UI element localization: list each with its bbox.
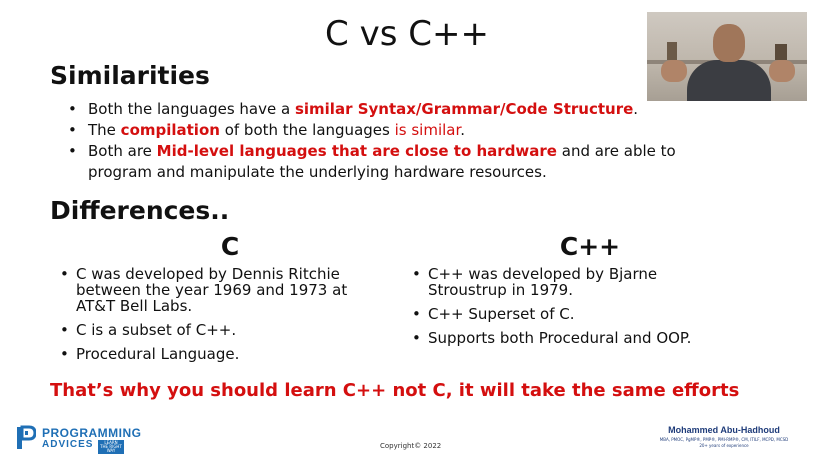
- presenter-right-hand: [769, 60, 795, 82]
- author-experience: 20+ years of experience: [699, 443, 749, 448]
- logo-mark-icon: [17, 425, 36, 449]
- similarity-item: Both the languages have a similar Syntax…: [60, 99, 700, 120]
- slide: C vs C++ Similarities Both the languages…: [0, 0, 814, 457]
- similarity-red-text: is similar: [394, 121, 461, 139]
- differences-heading: Differences..: [50, 196, 230, 225]
- cpp-difference-item: C++ was developed by Bjarne Stroustrup i…: [412, 266, 722, 298]
- presenter-left-hand: [661, 60, 687, 82]
- similarity-text: .: [633, 100, 639, 118]
- author-signature: Mohammed Abu-Hadhoud MBA, PMOC, PgMP®, P…: [640, 425, 808, 448]
- copyright-text: Copyright© 2022: [380, 442, 442, 450]
- logo-line1: PROGRAMMING: [42, 426, 142, 440]
- cpp-differences-list: C++ was developed by Bjarne Stroustrup i…: [412, 266, 722, 354]
- similarity-item: The compilation of both the languages is…: [60, 120, 700, 141]
- c-column-title: C: [220, 232, 240, 261]
- cpp-difference-item: C++ Superset of C.: [412, 306, 722, 322]
- similarity-text: .: [460, 121, 466, 139]
- c-difference-item: C is a subset of C++.: [60, 322, 370, 338]
- conclusion-text: That’s why you should learn C++ not C, i…: [50, 380, 740, 401]
- c-differences-list: C was developed by Dennis Ritchie betwee…: [60, 266, 370, 370]
- similarity-text: Both are: [88, 142, 157, 160]
- cpp-column-title: C++: [559, 232, 621, 261]
- presenter-body: [687, 60, 771, 101]
- similarity-highlight: compilation: [120, 121, 220, 139]
- similarity-text: Both the languages have a: [88, 100, 295, 118]
- webcam-decor-right: [775, 44, 787, 60]
- similarity-highlight: similar Syntax/Grammar/Code Structure: [294, 100, 634, 118]
- webcam-decor-left: [667, 42, 677, 60]
- author-name: Mohammed Abu-Hadhoud: [668, 425, 780, 435]
- similarity-item: Both are Mid-level languages that are cl…: [60, 141, 700, 183]
- presenter-head: [713, 24, 745, 62]
- presenter-webcam: [647, 12, 807, 101]
- logo-line2: ADVICES: [42, 439, 94, 450]
- similarity-text: The: [88, 121, 121, 139]
- programming-advices-logo: PROGRAMMING ADVICES LEARN THE RIGHT WAY: [16, 425, 156, 454]
- cpp-difference-item: Supports both Procedural and OOP.: [412, 330, 722, 346]
- similarities-list: Both the languages have a similar Syntax…: [60, 99, 700, 183]
- similarity-text: of both the languages: [219, 121, 395, 139]
- similarities-heading: Similarities: [50, 61, 210, 90]
- c-difference-item: Procedural Language.: [60, 346, 370, 362]
- author-credentials: MBA, PMOC, PgMP®, PMP®, PMI-RMP®, CM, IT…: [659, 437, 789, 442]
- c-difference-item: C was developed by Dennis Ritchie betwee…: [60, 266, 370, 314]
- similarity-highlight: Mid-level languages that are close to ha…: [156, 142, 557, 160]
- logo-tagline: LEARN THE RIGHT WAY: [98, 440, 124, 454]
